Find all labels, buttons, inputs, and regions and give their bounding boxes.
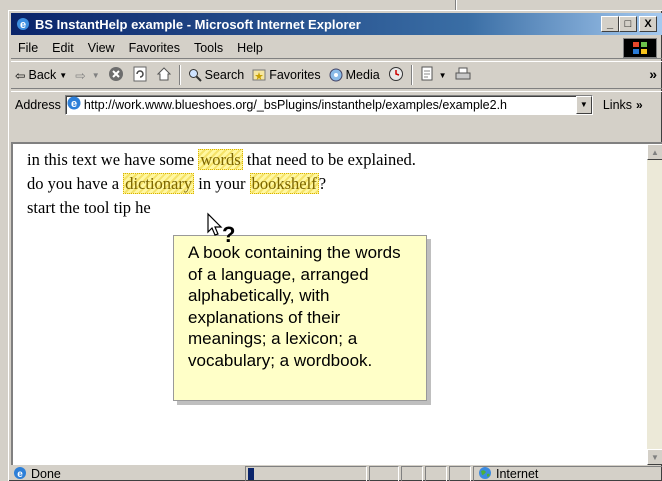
mail-button[interactable]: ▼ xyxy=(416,63,451,87)
menu-help[interactable]: Help xyxy=(230,41,270,55)
toolbar-separator xyxy=(178,65,181,85)
back-arrow-icon: ⇦ xyxy=(15,68,26,83)
status-panel-4 xyxy=(449,466,471,481)
forward-arrow-icon: ⇨ xyxy=(75,68,86,83)
address-bar: Address e http://work.www.blueshoes.org/… xyxy=(11,91,662,117)
svg-text:e: e xyxy=(17,469,23,480)
home-icon xyxy=(156,66,172,85)
standard-toolbar: ⇦ Back ▼ ⇨ ▼ Search Favorites Media ▼ » xyxy=(11,61,662,89)
help-word-bookshelf[interactable]: bookshelf xyxy=(249,173,319,194)
address-url: http://work.www.blueshoes.org/_bsPlugins… xyxy=(83,97,508,112)
page-content: in this text we have some words that nee… xyxy=(11,142,662,465)
progress-panel xyxy=(245,466,367,481)
favorites-icon xyxy=(252,68,266,82)
window-title: BS InstantHelp example - Microsoft Inter… xyxy=(35,16,361,32)
menu-favorites[interactable]: Favorites xyxy=(122,41,187,55)
search-label: Search xyxy=(204,68,245,82)
text-line-2: do you have a dictionary in your bookshe… xyxy=(27,172,416,196)
svg-text:?: ? xyxy=(222,222,235,247)
text-segment: in your xyxy=(194,174,250,193)
menu-bar: File Edit View Favorites Tools Help xyxy=(11,37,662,59)
close-button[interactable]: X xyxy=(639,16,657,32)
stop-button[interactable] xyxy=(104,63,128,87)
back-label: Back xyxy=(28,68,57,82)
menu-view[interactable]: View xyxy=(81,41,122,55)
forward-dropdown-icon[interactable]: ▼ xyxy=(92,71,100,80)
scroll-up-icon[interactable]: ▲ xyxy=(647,144,662,160)
status-bar: e Done Internet xyxy=(11,466,662,481)
internet-globe-icon xyxy=(478,466,492,481)
address-input[interactable]: e http://work.www.blueshoes.org/_bsPlugi… xyxy=(64,94,593,115)
menu-edit[interactable]: Edit xyxy=(45,41,81,55)
zone-label: Internet xyxy=(496,467,539,481)
status-text: Done xyxy=(31,467,61,481)
links-more-chevron[interactable]: » xyxy=(636,98,643,112)
minimize-button[interactable]: _ xyxy=(601,16,619,32)
address-label: Address xyxy=(15,97,61,112)
text-segment: start the tool tip he xyxy=(27,198,151,217)
status-panel-3 xyxy=(425,466,447,481)
ie-logo-icon: e xyxy=(15,16,31,32)
print-icon xyxy=(455,66,471,85)
toolbar-separator-2 xyxy=(410,65,413,85)
menu-tools[interactable]: Tools xyxy=(187,41,230,55)
toolbar-more-chevron[interactable]: » xyxy=(649,66,657,82)
help-word-dictionary[interactable]: dictionary xyxy=(123,173,195,194)
links-button[interactable]: Links xyxy=(603,98,632,112)
text-segment: ? xyxy=(318,174,327,193)
done-page-icon: e xyxy=(13,466,27,481)
refresh-button[interactable] xyxy=(128,63,152,87)
media-icon xyxy=(329,68,343,82)
svg-text:e: e xyxy=(71,98,77,110)
media-label: Media xyxy=(345,68,380,82)
svg-text:e: e xyxy=(20,19,26,31)
back-button[interactable]: ⇦ Back ▼ xyxy=(11,63,71,87)
history-button[interactable] xyxy=(384,63,408,87)
status-panel-2 xyxy=(401,466,423,481)
search-icon xyxy=(188,68,202,82)
help-cursor-icon: ? xyxy=(206,212,246,255)
text-line-1: in this text we have some words that nee… xyxy=(27,148,416,172)
vertical-scrollbar[interactable]: ▲ ▼ xyxy=(647,144,662,465)
favorites-button[interactable]: Favorites xyxy=(248,63,324,87)
refresh-icon xyxy=(132,66,148,85)
menu-file[interactable]: File xyxy=(11,41,45,55)
address-dropdown-icon[interactable]: ▼ xyxy=(575,95,592,114)
favorites-label: Favorites xyxy=(269,68,321,82)
status-main: e Done xyxy=(11,466,243,481)
text-segment: that need to be explained. xyxy=(242,150,416,169)
maximize-button[interactable]: □ xyxy=(619,16,637,32)
help-word-words[interactable]: words xyxy=(198,149,243,170)
mail-icon xyxy=(420,66,436,85)
scroll-down-icon[interactable]: ▼ xyxy=(647,449,662,465)
print-button[interactable] xyxy=(451,63,475,87)
windows-logo-icon xyxy=(623,38,657,58)
status-panel-1 xyxy=(369,466,399,481)
page-icon: e xyxy=(66,96,82,114)
mail-dropdown-icon[interactable]: ▼ xyxy=(439,71,447,80)
title-bar[interactable]: e BS InstantHelp example - Microsoft Int… xyxy=(11,13,662,35)
stop-icon xyxy=(108,66,124,85)
text-segment: do you have a xyxy=(27,174,124,193)
progress-fill xyxy=(248,468,254,480)
security-zone: Internet xyxy=(473,466,662,481)
forward-button[interactable]: ⇨ ▼ xyxy=(71,63,103,87)
back-dropdown-icon[interactable]: ▼ xyxy=(59,71,67,80)
instant-help-tooltip: A book containing the words of a languag… xyxy=(173,235,427,401)
page-text: in this text we have some words that nee… xyxy=(27,148,416,220)
media-button[interactable]: Media xyxy=(325,63,384,87)
history-icon xyxy=(388,66,404,85)
home-button[interactable] xyxy=(152,63,176,87)
browser-window: e BS InstantHelp example - Microsoft Int… xyxy=(8,10,662,481)
text-segment: in this text we have some xyxy=(27,150,199,169)
search-button[interactable]: Search xyxy=(184,63,249,87)
